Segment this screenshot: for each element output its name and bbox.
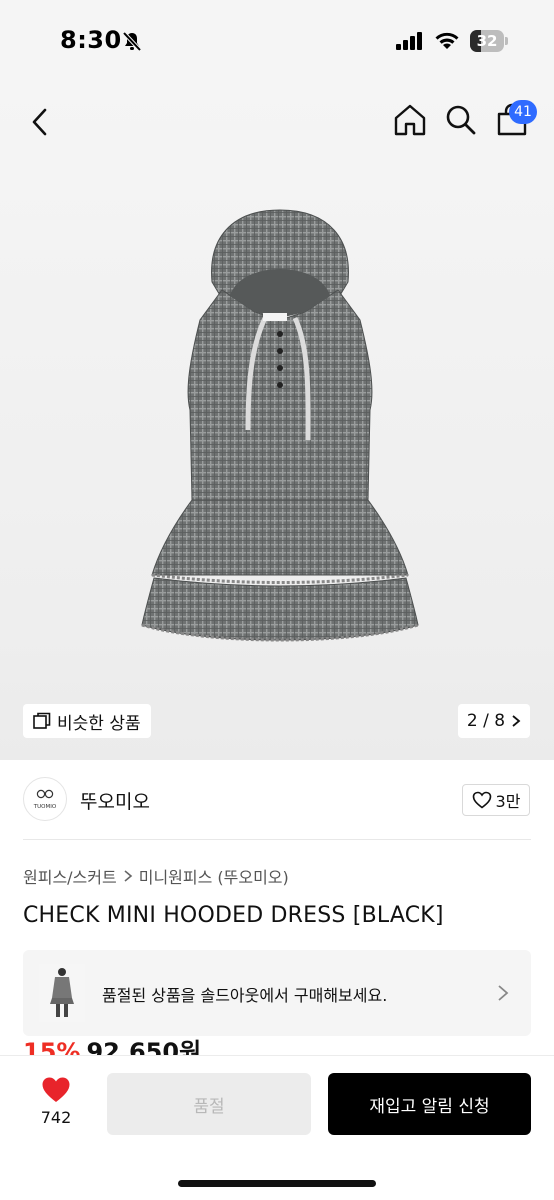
heart-filled-icon[interactable] xyxy=(41,1076,71,1104)
divider xyxy=(23,839,531,840)
product-title: CHECK MINI HOODED DRESS [BLACK] xyxy=(23,903,444,928)
discount-rate: 15% xyxy=(23,1038,81,1056)
search-icon[interactable] xyxy=(443,102,479,138)
status-bar: 8:30 32 xyxy=(0,0,554,84)
similar-items-icon xyxy=(33,712,51,729)
brand-name[interactable]: 뚜오미오 xyxy=(80,787,150,814)
home-icon[interactable] xyxy=(392,102,428,138)
bell-off-icon xyxy=(122,31,142,52)
chevron-right-icon xyxy=(124,870,132,882)
back-icon[interactable] xyxy=(22,104,58,140)
brand-logo-mark: TUOMIO xyxy=(33,789,57,810)
product-photo xyxy=(141,209,419,642)
home-indicator[interactable] xyxy=(178,1180,376,1187)
breadcrumb: 원피스/스커트 미니원피스 (뚜오미오) xyxy=(23,864,289,888)
soldout-button: 품절 xyxy=(107,1073,311,1135)
price-row: 15% 92,650원 xyxy=(23,1032,201,1056)
svg-text:TUOMIO: TUOMIO xyxy=(33,804,57,810)
sale-price: 92,650원 xyxy=(86,1038,202,1056)
similar-products-button[interactable]: 비슷한 상품 xyxy=(23,704,151,738)
brand-logo[interactable]: TUOMIO xyxy=(23,777,67,821)
chevron-right-icon xyxy=(512,715,521,727)
banner-text: 품절된 상품을 솔드아웃에서 구매해보세요. xyxy=(102,986,388,1005)
wish-count: 742 xyxy=(40,1108,72,1127)
banner-thumbnail xyxy=(39,964,85,1022)
similar-products-label: 비슷한 상품 xyxy=(57,713,141,734)
wifi-icon xyxy=(435,32,459,49)
chevron-right-icon xyxy=(498,985,509,1001)
status-time: 8:30 xyxy=(60,26,122,54)
breadcrumb-subcategory[interactable]: 미니원피스 (뚜오미오) xyxy=(139,864,289,888)
battery-level: 32 xyxy=(476,32,498,50)
page-indicator-text: 2 / 8 xyxy=(466,711,506,731)
heart-outline-icon xyxy=(472,791,491,809)
restock-alert-button[interactable]: 재입고 알림 신청 xyxy=(328,1073,531,1135)
image-page-indicator[interactable]: 2 / 8 xyxy=(458,704,530,738)
signal-icon xyxy=(396,32,422,50)
soldout-marketplace-banner[interactable]: 품절된 상품을 솔드아웃에서 구매해보세요. xyxy=(23,950,531,1036)
cart-count-badge: 41 xyxy=(509,100,537,124)
breadcrumb-category[interactable]: 원피스/스커트 xyxy=(23,864,117,888)
brand-like-button[interactable]: 3만 xyxy=(462,784,530,816)
battery-indicator: 32 xyxy=(470,30,508,52)
brand-like-count: 3만 xyxy=(495,792,521,811)
